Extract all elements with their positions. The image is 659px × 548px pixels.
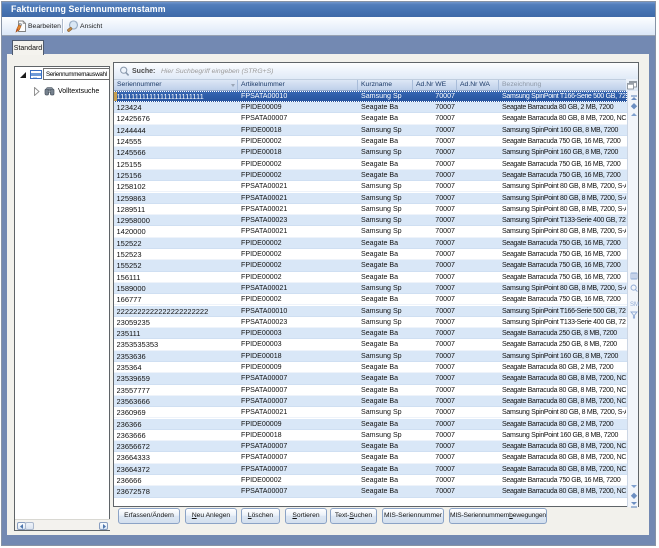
svg-text:SM: SM [630,302,639,308]
